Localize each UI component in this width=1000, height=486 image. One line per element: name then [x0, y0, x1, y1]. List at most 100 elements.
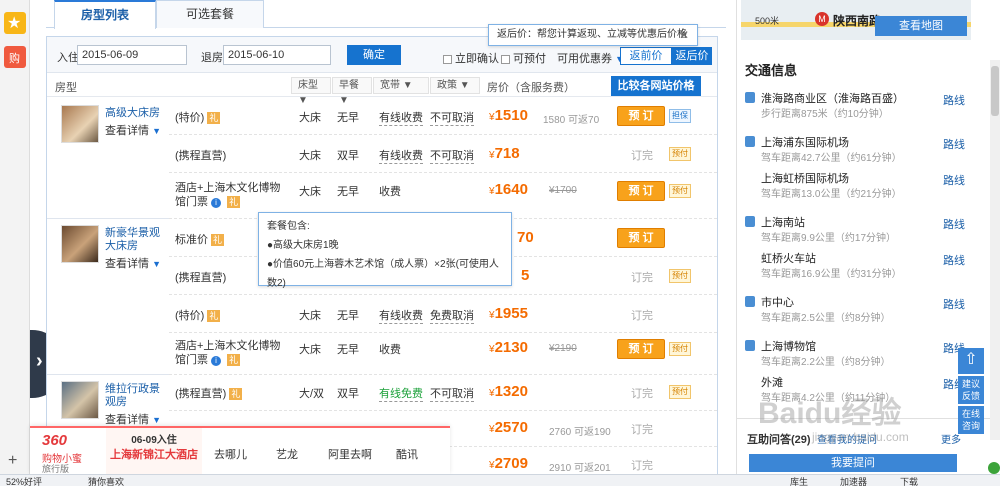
view-details-link[interactable]: 查看详情 ▼ — [105, 122, 161, 138]
sold-out-label: 订完 — [631, 150, 653, 162]
book-button[interactable]: 预 订 — [617, 339, 665, 359]
confirm-button[interactable]: 确定 — [347, 45, 401, 65]
rate-name: 标准价礼 — [175, 231, 225, 247]
room-thumbnail[interactable] — [61, 225, 99, 263]
filter-icon: ▼ — [459, 80, 470, 91]
col-breakfast[interactable]: 早餐 ▼ — [332, 77, 372, 106]
book-button[interactable]: 预 订 — [617, 106, 665, 126]
close-icon[interactable]: ✕ — [679, 25, 689, 45]
prepay-checkbox[interactable]: 可预付 — [501, 50, 546, 66]
gift-icon[interactable]: 礼 — [227, 196, 241, 208]
view-details-link[interactable]: 查看详情 ▼ — [105, 255, 161, 271]
route-link[interactable]: 路线 — [943, 296, 965, 312]
cancel-policy[interactable]: 免费取消 — [430, 307, 474, 324]
metro-icon: M — [815, 12, 829, 26]
after-price-toggle[interactable]: 返后价 — [672, 47, 712, 65]
room-name-link[interactable]: 新豪华景观大床房 — [105, 227, 167, 253]
price-value: 1320 — [494, 383, 528, 400]
coupon-dropdown[interactable]: 可用优惠券 ▼ — [557, 50, 624, 66]
table-header: 房型 床型 ▼ 早餐 ▼ 宽带 ▼ 政策 ▼ 房价（含服务费） 比较各网站价格 — [47, 75, 717, 106]
back-to-top-icon[interactable]: ⇧ — [958, 348, 984, 374]
gift-icon[interactable]: 礼 — [207, 310, 221, 322]
rate-row: (特价) 礼 大床 无早 有线收费 不可取消 ¥1510 1580 可返70 预 … — [169, 97, 717, 135]
star-icon[interactable]: ★ — [4, 12, 26, 34]
watermark-url: jingyan.baidu.com — [812, 430, 909, 444]
original-price: ¥2190 — [549, 343, 577, 354]
instant-confirm-checkbox[interactable]: 立即确认 — [443, 50, 499, 66]
col-bed[interactable]: 床型 ▼ — [291, 77, 331, 106]
broadband[interactable]: 有线收费 — [379, 109, 423, 126]
checkin-input[interactable]: 2015-06-09 — [77, 45, 187, 65]
info-icon[interactable]: i — [211, 356, 222, 366]
route-link[interactable]: 路线 — [943, 92, 965, 108]
site-link-alitrip[interactable]: 阿里去啊 — [328, 446, 372, 462]
chevron-down-icon: ▼ — [152, 259, 161, 269]
broadband: 收费 — [379, 186, 401, 198]
room-group: 新豪华景观大床房 查看详情 ▼ — [47, 219, 169, 375]
feedback-button[interactable]: 建议反馈 — [958, 376, 984, 404]
col-broadband[interactable]: 宽带 ▼ — [373, 77, 429, 94]
cancel-policy[interactable]: 不可取消 — [430, 147, 474, 164]
price: ¥1510 — [489, 107, 528, 124]
scrollbar-thumb[interactable] — [991, 66, 999, 116]
before-price-toggle[interactable]: 返前价 — [620, 47, 672, 65]
book-button[interactable]: 预 订 — [617, 228, 665, 248]
site-link-elong[interactable]: 艺龙 — [276, 446, 298, 462]
room-thumbnail[interactable] — [61, 381, 99, 419]
cancel-policy[interactable]: 不可取消 — [430, 109, 474, 126]
broadband[interactable]: 有线收费 — [379, 147, 423, 164]
status-item[interactable]: 下载 — [900, 475, 918, 486]
scrollbar[interactable] — [990, 60, 1000, 440]
gift-icon[interactable]: 礼 — [207, 112, 221, 124]
checkout-input[interactable]: 2015-06-10 — [223, 45, 331, 65]
broadband[interactable]: 有线收费 — [379, 307, 423, 324]
room-thumbnail[interactable] — [61, 105, 99, 143]
bed-type: 大床 — [299, 112, 321, 124]
add-icon[interactable]: + — [8, 452, 17, 470]
airplane-icon — [745, 136, 755, 147]
tab-room-list[interactable]: 房型列表 — [54, 0, 156, 29]
status-item[interactable]: 库生 — [790, 475, 808, 486]
col-bed-label: 床型 — [298, 80, 318, 91]
qa-title: 互助问答(29) — [747, 434, 811, 446]
sold-out-label: 订完 — [631, 388, 653, 400]
shopping-icon[interactable]: 购 — [4, 46, 26, 68]
info-icon[interactable]: i — [211, 198, 222, 208]
hotel-name: 上海新锦江大酒店 — [110, 449, 198, 461]
price: ¥1320 — [489, 383, 528, 400]
route-link[interactable]: 路线 — [943, 172, 965, 188]
traffic-name: 上海浦东国际机场 — [761, 137, 849, 149]
online-consult-button[interactable]: 在线咨询 — [958, 406, 984, 434]
traffic-distance: 步行距离875米（约10分钟） — [761, 109, 889, 120]
book-button[interactable]: 预 订 — [617, 181, 665, 201]
tab-packages[interactable]: 可选套餐 — [156, 0, 264, 28]
room-name-link[interactable]: 高级大床房 — [105, 107, 167, 120]
gift-icon[interactable]: 礼 — [211, 234, 225, 246]
room-name-link[interactable]: 维拉行政景观房 — [105, 383, 167, 409]
site-link-qunar[interactable]: 去哪儿 — [214, 446, 247, 462]
route-link[interactable]: 路线 — [943, 136, 965, 152]
ask-question-button[interactable]: 我要提问 — [749, 454, 957, 472]
current-hotel[interactable]: 06-09入住 上海新锦江大酒店 — [106, 428, 202, 474]
gift-icon[interactable]: 礼 — [227, 354, 241, 366]
site-link-kuxun[interactable]: 酷讯 — [396, 446, 418, 462]
coupon-label: 可用优惠券 — [557, 53, 612, 65]
rate-name-text: (特价) — [175, 310, 205, 322]
status-item[interactable]: 加速器 — [840, 475, 867, 486]
view-map-button[interactable]: 查看地图 — [875, 16, 967, 36]
status-mid[interactable]: 猜你喜欢 — [88, 475, 124, 486]
compare-prices-button[interactable]: 比较各网站价格 — [611, 76, 701, 96]
broadband[interactable]: 有线免费 — [379, 385, 423, 402]
gift-icon[interactable]: 礼 — [229, 388, 243, 400]
map-preview[interactable]: 500米 M 陕西南路 查看地图 — [741, 0, 971, 40]
rate-name-text: (携程直营) — [175, 388, 227, 400]
traffic-name: 市中心 — [761, 297, 794, 309]
status-left: 52%好评 — [6, 477, 43, 486]
col-policy[interactable]: 政策 ▼ — [430, 77, 480, 94]
route-link[interactable]: 路线 — [943, 252, 965, 268]
cancel-policy[interactable]: 不可取消 — [430, 385, 474, 402]
view-details-link[interactable]: 查看详情 ▼ — [105, 411, 161, 427]
breakfast: 无早 — [337, 112, 359, 124]
checkout-label: 退房 — [201, 52, 223, 64]
route-link[interactable]: 路线 — [943, 216, 965, 232]
